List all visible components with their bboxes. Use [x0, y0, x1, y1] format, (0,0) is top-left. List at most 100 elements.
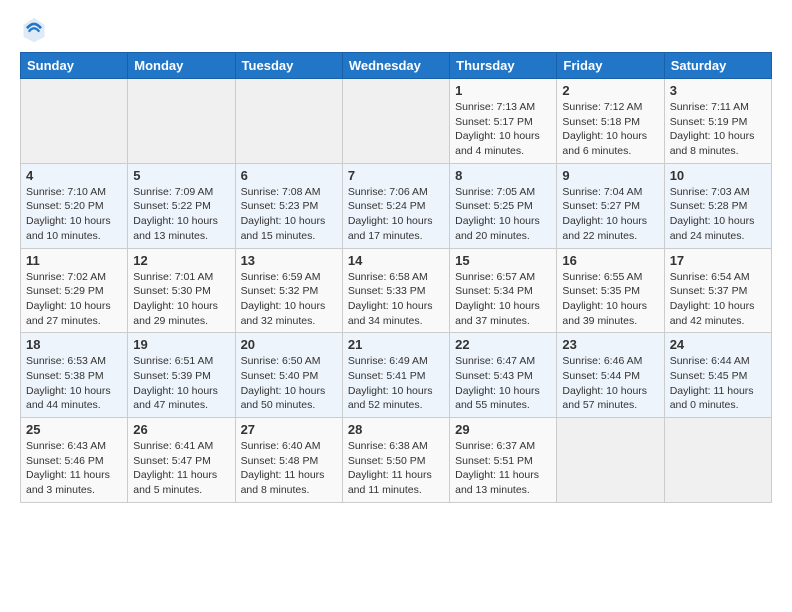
day-number: 27 — [241, 422, 337, 437]
calendar-cell — [557, 418, 664, 503]
calendar-table: SundayMondayTuesdayWednesdayThursdayFrid… — [20, 52, 772, 503]
calendar-cell: 15 Sunrise: 6:57 AM Sunset: 5:34 PM Dayli… — [450, 248, 557, 333]
day-number: 2 — [562, 83, 658, 98]
calendar-cell: 21 Sunrise: 6:49 AM Sunset: 5:41 PM Dayli… — [342, 333, 449, 418]
weekday-header: Saturday — [664, 53, 771, 79]
day-number: 29 — [455, 422, 551, 437]
day-info: Sunrise: 7:11 AM Sunset: 5:19 PM Dayligh… — [670, 100, 766, 159]
calendar-cell: 25 Sunrise: 6:43 AM Sunset: 5:46 PM Dayli… — [21, 418, 128, 503]
calendar-cell: 6 Sunrise: 7:08 AM Sunset: 5:23 PM Daylig… — [235, 163, 342, 248]
day-number: 14 — [348, 253, 444, 268]
calendar-cell: 20 Sunrise: 6:50 AM Sunset: 5:40 PM Dayli… — [235, 333, 342, 418]
calendar-cell: 18 Sunrise: 6:53 AM Sunset: 5:38 PM Dayli… — [21, 333, 128, 418]
day-number: 23 — [562, 337, 658, 352]
day-info: Sunrise: 7:10 AM Sunset: 5:20 PM Dayligh… — [26, 185, 122, 244]
day-number: 4 — [26, 168, 122, 183]
day-number: 26 — [133, 422, 229, 437]
day-info: Sunrise: 7:05 AM Sunset: 5:25 PM Dayligh… — [455, 185, 551, 244]
day-number: 28 — [348, 422, 444, 437]
day-info: Sunrise: 6:50 AM Sunset: 5:40 PM Dayligh… — [241, 354, 337, 413]
day-info: Sunrise: 6:49 AM Sunset: 5:41 PM Dayligh… — [348, 354, 444, 413]
calendar-cell — [21, 79, 128, 164]
day-info: Sunrise: 6:41 AM Sunset: 5:47 PM Dayligh… — [133, 439, 229, 498]
day-number: 19 — [133, 337, 229, 352]
calendar-cell: 19 Sunrise: 6:51 AM Sunset: 5:39 PM Dayli… — [128, 333, 235, 418]
calendar-week-row: 1 Sunrise: 7:13 AM Sunset: 5:17 PM Daylig… — [21, 79, 772, 164]
weekday-header: Monday — [128, 53, 235, 79]
day-number: 5 — [133, 168, 229, 183]
day-info: Sunrise: 6:54 AM Sunset: 5:37 PM Dayligh… — [670, 270, 766, 329]
weekday-header: Wednesday — [342, 53, 449, 79]
day-number: 3 — [670, 83, 766, 98]
calendar-cell — [664, 418, 771, 503]
calendar-cell: 2 Sunrise: 7:12 AM Sunset: 5:18 PM Daylig… — [557, 79, 664, 164]
weekday-header: Friday — [557, 53, 664, 79]
day-number: 18 — [26, 337, 122, 352]
day-info: Sunrise: 6:38 AM Sunset: 5:50 PM Dayligh… — [348, 439, 444, 498]
calendar-cell: 12Sunrise: 7:01 AM Sunset: 5:30 PM Dayli… — [128, 248, 235, 333]
day-info: Sunrise: 6:44 AM Sunset: 5:45 PM Dayligh… — [670, 354, 766, 413]
calendar-cell: 1 Sunrise: 7:13 AM Sunset: 5:17 PM Daylig… — [450, 79, 557, 164]
calendar-cell: 4 Sunrise: 7:10 AM Sunset: 5:20 PM Daylig… — [21, 163, 128, 248]
day-number: 21 — [348, 337, 444, 352]
day-number: 1 — [455, 83, 551, 98]
day-info: Sunrise: 6:43 AM Sunset: 5:46 PM Dayligh… — [26, 439, 122, 498]
day-info: Sunrise: 7:13 AM Sunset: 5:17 PM Dayligh… — [455, 100, 551, 159]
day-number: 22 — [455, 337, 551, 352]
day-number: 11 — [26, 253, 122, 268]
day-info: Sunrise: 7:06 AM Sunset: 5:24 PM Dayligh… — [348, 185, 444, 244]
calendar-cell: 9 Sunrise: 7:04 AM Sunset: 5:27 PM Daylig… — [557, 163, 664, 248]
day-info: Sunrise: 6:55 AM Sunset: 5:35 PM Dayligh… — [562, 270, 658, 329]
day-number: 20 — [241, 337, 337, 352]
day-number: 9 — [562, 168, 658, 183]
calendar-cell: 28 Sunrise: 6:38 AM Sunset: 5:50 PM Dayli… — [342, 418, 449, 503]
weekday-header: Tuesday — [235, 53, 342, 79]
calendar-cell — [342, 79, 449, 164]
calendar-cell: 23Sunrise: 6:46 AM Sunset: 5:44 PM Dayli… — [557, 333, 664, 418]
day-info: Sunrise: 7:02 AM Sunset: 5:29 PM Dayligh… — [26, 270, 122, 329]
calendar-week-row: 4 Sunrise: 7:10 AM Sunset: 5:20 PM Daylig… — [21, 163, 772, 248]
calendar-cell: 24 Sunrise: 6:44 AM Sunset: 5:45 PM Dayli… — [664, 333, 771, 418]
logo — [20, 16, 52, 44]
day-number: 15 — [455, 253, 551, 268]
day-info: Sunrise: 6:51 AM Sunset: 5:39 PM Dayligh… — [133, 354, 229, 413]
calendar-cell: 3 Sunrise: 7:11 AM Sunset: 5:19 PM Daylig… — [664, 79, 771, 164]
calendar-cell: 27 Sunrise: 6:40 AM Sunset: 5:48 PM Dayli… — [235, 418, 342, 503]
day-info: Sunrise: 7:04 AM Sunset: 5:27 PM Dayligh… — [562, 185, 658, 244]
day-number: 25 — [26, 422, 122, 437]
day-number: 24 — [670, 337, 766, 352]
day-info: Sunrise: 6:37 AM Sunset: 5:51 PM Dayligh… — [455, 439, 551, 498]
day-info: Sunrise: 7:03 AM Sunset: 5:28 PM Dayligh… — [670, 185, 766, 244]
day-info: Sunrise: 6:47 AM Sunset: 5:43 PM Dayligh… — [455, 354, 551, 413]
weekday-header: Sunday — [21, 53, 128, 79]
calendar-cell: 29 Sunrise: 6:37 AM Sunset: 5:51 PM Dayli… — [450, 418, 557, 503]
calendar-cell — [128, 79, 235, 164]
calendar-week-row: 18 Sunrise: 6:53 AM Sunset: 5:38 PM Dayli… — [21, 333, 772, 418]
calendar-cell: 22 Sunrise: 6:47 AM Sunset: 5:43 PM Dayli… — [450, 333, 557, 418]
day-info: Sunrise: 7:12 AM Sunset: 5:18 PM Dayligh… — [562, 100, 658, 159]
day-number: 13 — [241, 253, 337, 268]
day-info: Sunrise: 7:08 AM Sunset: 5:23 PM Dayligh… — [241, 185, 337, 244]
calendar-cell: 17 Sunrise: 6:54 AM Sunset: 5:37 PM Dayli… — [664, 248, 771, 333]
day-info: Sunrise: 6:57 AM Sunset: 5:34 PM Dayligh… — [455, 270, 551, 329]
calendar-cell: 10 Sunrise: 7:03 AM Sunset: 5:28 PM Dayli… — [664, 163, 771, 248]
calendar-cell — [235, 79, 342, 164]
day-info: Sunrise: 7:09 AM Sunset: 5:22 PM Dayligh… — [133, 185, 229, 244]
calendar-cell: 11 Sunrise: 7:02 AM Sunset: 5:29 PM Dayli… — [21, 248, 128, 333]
day-info: Sunrise: 7:01 AM Sunset: 5:30 PM Dayligh… — [133, 270, 229, 329]
day-number: 10 — [670, 168, 766, 183]
calendar-week-row: 25 Sunrise: 6:43 AM Sunset: 5:46 PM Dayli… — [21, 418, 772, 503]
page-header — [20, 16, 772, 44]
calendar-cell: 14 Sunrise: 6:58 AM Sunset: 5:33 PM Dayli… — [342, 248, 449, 333]
calendar-cell: 7Sunrise: 7:06 AM Sunset: 5:24 PM Daylig… — [342, 163, 449, 248]
calendar-week-row: 11 Sunrise: 7:02 AM Sunset: 5:29 PM Dayli… — [21, 248, 772, 333]
day-number: 8 — [455, 168, 551, 183]
day-number: 17 — [670, 253, 766, 268]
day-number: 6 — [241, 168, 337, 183]
weekday-header: Thursday — [450, 53, 557, 79]
day-info: Sunrise: 6:40 AM Sunset: 5:48 PM Dayligh… — [241, 439, 337, 498]
day-info: Sunrise: 6:58 AM Sunset: 5:33 PM Dayligh… — [348, 270, 444, 329]
day-info: Sunrise: 6:53 AM Sunset: 5:38 PM Dayligh… — [26, 354, 122, 413]
day-number: 16 — [562, 253, 658, 268]
calendar-cell: 26 Sunrise: 6:41 AM Sunset: 5:47 PM Dayli… — [128, 418, 235, 503]
